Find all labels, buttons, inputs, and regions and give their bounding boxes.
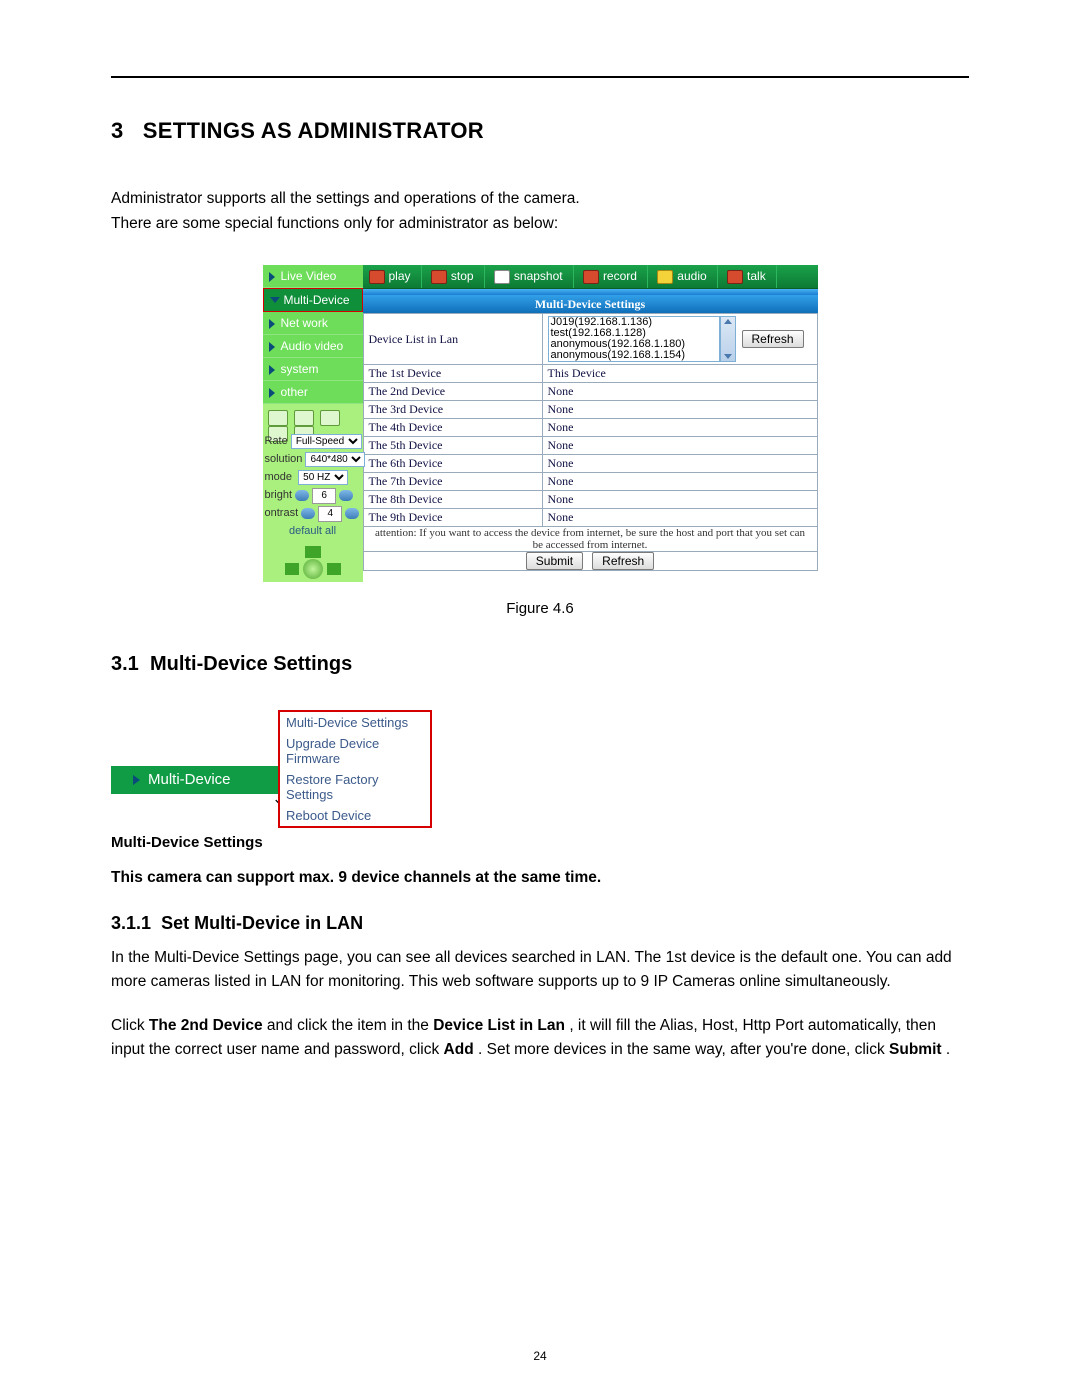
sidebar-item-audio-video[interactable]: Audio video bbox=[263, 335, 363, 358]
row-3-label[interactable]: The 3rd Device bbox=[363, 401, 542, 419]
sidebar: Live Video Multi-Device Net work Audio v… bbox=[263, 265, 363, 582]
bright-input[interactable] bbox=[312, 488, 336, 504]
device-list-cell: J019(192.168.1.136) test(192.168.1.128) … bbox=[542, 314, 817, 365]
screenshot-multi-device-settings: Live Video Multi-Device Net work Audio v… bbox=[263, 265, 818, 582]
submit-button[interactable]: Submit bbox=[526, 552, 583, 570]
multi-device-table: Device List in Lan J019(192.168.1.136) t… bbox=[363, 313, 818, 571]
play-icon bbox=[369, 270, 385, 284]
mds-label: Multi-Device Settings bbox=[111, 834, 969, 851]
subsection-heading: 3.1 Multi-Device Settings bbox=[111, 653, 969, 676]
row-1-label[interactable]: The 1st Device bbox=[363, 365, 542, 383]
triangle-icon bbox=[269, 388, 275, 398]
multi-device-submenu-figure: Multi-Device ↘ Multi-Device Settings Upg… bbox=[111, 710, 431, 810]
device-list-label: Device List in Lan bbox=[363, 314, 542, 365]
row-8-label[interactable]: The 8th Device bbox=[363, 491, 542, 509]
toolbar: play stop snapshot record audio talk bbox=[363, 265, 818, 289]
intro-line-1: Administrator supports all the settings … bbox=[111, 188, 969, 210]
row-4-value: None bbox=[542, 419, 817, 437]
row-7-label[interactable]: The 7th Device bbox=[363, 473, 542, 491]
triangle-icon bbox=[133, 775, 140, 785]
refresh-list-button[interactable]: Refresh bbox=[742, 330, 804, 348]
submenu-item-restore[interactable]: Restore Factory Settings bbox=[280, 769, 430, 805]
paragraph-lan-1: In the Multi-Device Settings page, you c… bbox=[111, 946, 969, 994]
row-7-value: None bbox=[542, 473, 817, 491]
triangle-icon bbox=[269, 319, 275, 329]
audio-icon bbox=[657, 270, 673, 284]
record-icon bbox=[583, 270, 599, 284]
layout-4-icon[interactable] bbox=[320, 410, 340, 426]
record-button[interactable]: record bbox=[577, 265, 648, 288]
list-scrollbar[interactable] bbox=[720, 316, 736, 362]
row-9-value: None bbox=[542, 509, 817, 527]
row-9-label[interactable]: The 9th Device bbox=[363, 509, 542, 527]
main-pane: play stop snapshot record audio talk Mul… bbox=[363, 265, 818, 571]
intro-line-2: There are some special functions only fo… bbox=[111, 213, 969, 235]
layout-1-icon[interactable] bbox=[268, 410, 288, 426]
mode-select[interactable]: 50 HZ bbox=[298, 470, 348, 485]
row-6-value: None bbox=[542, 455, 817, 473]
audio-button[interactable]: audio bbox=[651, 265, 717, 288]
talk-icon bbox=[727, 270, 743, 284]
triangle-icon bbox=[269, 342, 275, 352]
sidebar-item-multi-device[interactable]: Multi-Device bbox=[263, 288, 363, 312]
bright-minus[interactable] bbox=[295, 490, 309, 501]
multi-device-bar[interactable]: Multi-Device bbox=[111, 766, 295, 794]
resolution-select[interactable]: 640*480 bbox=[305, 452, 365, 467]
row-1-value: This Device bbox=[542, 365, 817, 383]
row-2-value: None bbox=[542, 383, 817, 401]
snapshot-button[interactable]: snapshot bbox=[488, 265, 574, 288]
bright-plus[interactable] bbox=[339, 490, 353, 501]
refresh-button[interactable]: Refresh bbox=[592, 552, 654, 570]
submenu-item-settings[interactable]: Multi-Device Settings bbox=[280, 712, 430, 733]
sidebar-item-other[interactable]: other bbox=[263, 381, 363, 404]
attention-note: attention: If you want to access the dev… bbox=[363, 527, 817, 552]
figure-caption: Figure 4.6 bbox=[111, 600, 969, 617]
layout-circle-icon[interactable] bbox=[294, 410, 314, 426]
talk-button[interactable]: talk bbox=[721, 265, 777, 288]
sidebar-item-system[interactable]: system bbox=[263, 358, 363, 381]
paragraph-lan-2: Click The 2nd Device and click the item … bbox=[111, 1014, 969, 1062]
multi-device-submenu: Multi-Device Settings Upgrade Device Fir… bbox=[278, 710, 432, 828]
stop-icon bbox=[431, 270, 447, 284]
triangle-icon bbox=[269, 365, 275, 375]
dpad-left-icon[interactable] bbox=[285, 563, 299, 575]
row-5-value: None bbox=[542, 437, 817, 455]
sidebar-item-live-video[interactable]: Live Video bbox=[263, 265, 363, 288]
play-button[interactable]: play bbox=[363, 265, 422, 288]
submenu-item-upgrade[interactable]: Upgrade Device Firmware bbox=[280, 733, 430, 769]
device-list-box[interactable]: J019(192.168.1.136) test(192.168.1.128) … bbox=[548, 316, 720, 362]
sidebar-item-network[interactable]: Net work bbox=[263, 312, 363, 335]
row-8-value: None bbox=[542, 491, 817, 509]
row-4-label[interactable]: The 4th Device bbox=[363, 419, 542, 437]
subsubsection-heading: 3.1.1 Set Multi-Device in LAN bbox=[111, 913, 969, 934]
contrast-plus[interactable] bbox=[345, 508, 359, 519]
dpad-center-icon[interactable] bbox=[303, 559, 323, 579]
snapshot-icon bbox=[494, 270, 510, 284]
contrast-input[interactable] bbox=[318, 506, 342, 522]
submenu-item-reboot[interactable]: Reboot Device bbox=[280, 805, 430, 826]
row-2-label[interactable]: The 2nd Device bbox=[363, 383, 542, 401]
triangle-icon bbox=[269, 272, 275, 282]
dpad-up-icon[interactable] bbox=[305, 546, 321, 558]
ptz-dpad[interactable] bbox=[285, 546, 341, 592]
rate-select[interactable]: Full-Speed bbox=[291, 434, 362, 449]
mds-support-line: This camera can support max. 9 device ch… bbox=[111, 869, 969, 887]
row-6-label[interactable]: The 6th Device bbox=[363, 455, 542, 473]
default-all-link[interactable]: default all bbox=[265, 522, 361, 540]
triangle-down-icon bbox=[270, 297, 280, 303]
row-3-value: None bbox=[542, 401, 817, 419]
section-heading: 3 SETTINGS AS ADMINISTRATOR bbox=[111, 118, 969, 144]
page-number: 24 bbox=[0, 1349, 1080, 1363]
dpad-right-icon[interactable] bbox=[327, 563, 341, 575]
control-panel: Rate Full-Speed solution 640*480 mode 50… bbox=[263, 404, 363, 582]
stop-button[interactable]: stop bbox=[425, 265, 485, 288]
settings-title: Multi-Device Settings bbox=[363, 295, 818, 313]
contrast-minus[interactable] bbox=[301, 508, 315, 519]
row-5-label[interactable]: The 5th Device bbox=[363, 437, 542, 455]
